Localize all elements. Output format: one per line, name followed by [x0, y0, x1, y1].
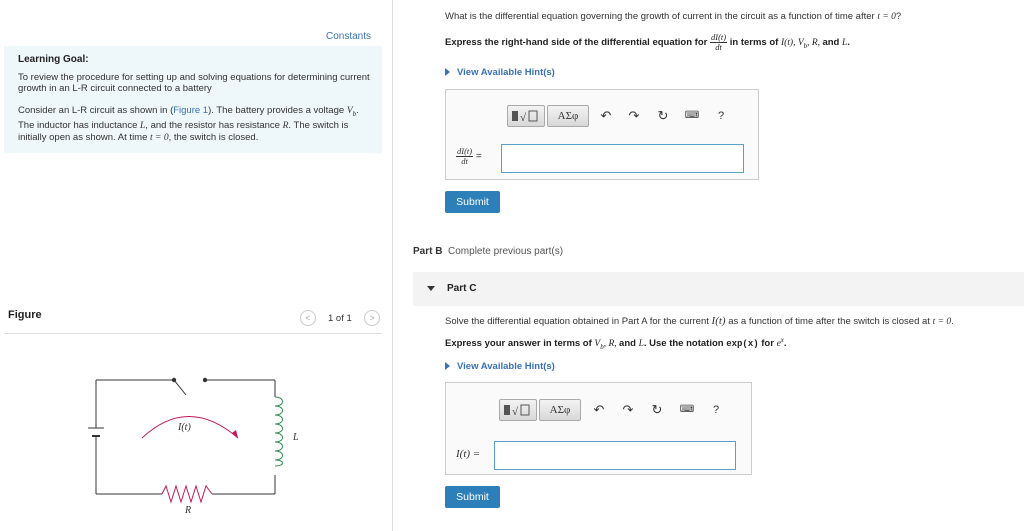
reset-icon[interactable]: ↻ — [655, 108, 671, 124]
left-panel: Constants Learning Goal: To review the p… — [0, 0, 392, 531]
undo-icon[interactable]: ↶ — [598, 108, 614, 124]
desc-text: , and the resistor has resistance — [145, 119, 283, 131]
figure-count: 1 of 1 — [328, 313, 352, 324]
switch-blade — [173, 379, 187, 396]
part-a-instructions: Express the right-hand side of the diffe… — [445, 32, 850, 52]
caret-right-icon — [445, 68, 450, 76]
part-c-header[interactable]: Part C — [413, 272, 1024, 306]
template-icon[interactable]: √ — [507, 105, 545, 127]
prev-figure-button[interactable]: < — [300, 310, 316, 326]
caret-down-icon — [427, 286, 435, 291]
help-button[interactable]: ? — [708, 402, 724, 418]
part-b-header: Part B Complete previous part(s) — [413, 246, 564, 257]
learning-goal-box: Learning Goal: To review the procedure f… — [4, 46, 382, 153]
switch-pivot — [171, 377, 177, 383]
resistor-label: R — [184, 505, 191, 516]
part-c-instructions: Express your answer in terms of Vb, R, a… — [445, 336, 787, 352]
part-c-answer-input[interactable] — [494, 441, 736, 470]
current-label: I(t) — [177, 422, 191, 433]
learning-goal-title: Learning Goal: — [18, 54, 89, 65]
next-figure-button[interactable]: > — [364, 310, 380, 326]
part-c-answer-box: √ ΑΣφ ↶ ↷ ↻ ⌨ ? I(t) = — [445, 382, 752, 475]
figure-pager: < 1 of 1 > — [300, 310, 382, 326]
var-t0: t = 0 — [150, 132, 169, 143]
redo-icon[interactable]: ↷ — [620, 402, 636, 418]
svg-text:√: √ — [512, 406, 519, 418]
figure-label: Figure — [8, 309, 42, 321]
template-icon[interactable]: √ — [499, 399, 537, 421]
circuit-description: Consider an L-R circuit as shown in (Fig… — [18, 105, 374, 144]
part-c-lhs: I(t) = — [456, 448, 481, 460]
part-a-answer-box: √ ΑΣφ ↶ ↷ ↻ ⌨ ? dI(t) dt = — [445, 89, 759, 180]
resistor-zigzag — [161, 484, 213, 504]
keyboard-icon[interactable]: ⌨ — [684, 108, 700, 124]
math-toolbar: √ ΑΣφ ↶ ↷ ↻ ⌨ ? — [499, 399, 739, 421]
greek-symbols-button[interactable]: ΑΣφ — [539, 399, 581, 421]
part-a-submit-button[interactable]: Submit — [445, 191, 500, 213]
part-a-question: What is the differential equation govern… — [445, 11, 902, 22]
var-vb: Vb — [346, 106, 357, 118]
desc-text: , the switch is closed. — [168, 131, 259, 143]
learning-goal-text: To review the procedure for setting up a… — [18, 72, 370, 94]
lr-circuit-diagram: I(t) L R — [88, 377, 299, 516]
svg-text:√: √ — [520, 112, 527, 124]
switch-contact — [202, 377, 208, 383]
reset-icon[interactable]: ↻ — [649, 402, 665, 418]
inductor-label: L — [292, 432, 299, 443]
panel-divider — [392, 0, 393, 531]
desc-text: ). The battery provides a voltage — [208, 105, 347, 116]
part-c-hints-toggle[interactable]: View Available Hint(s) — [445, 361, 555, 372]
caret-right-icon — [445, 362, 450, 370]
redo-icon[interactable]: ↷ — [626, 108, 642, 124]
divider — [4, 333, 382, 334]
help-button[interactable]: ? — [713, 108, 729, 124]
figure-link[interactable]: Figure 1 — [173, 105, 208, 116]
greek-symbols-button[interactable]: ΑΣφ — [547, 105, 589, 127]
part-a-lhs: dI(t) dt = — [456, 146, 482, 166]
part-c-submit-button[interactable]: Submit — [445, 486, 500, 508]
part-a-answer-input[interactable] — [501, 144, 744, 173]
part-c-label: Part C — [447, 283, 477, 294]
part-a-hints-toggle[interactable]: View Available Hint(s) — [445, 67, 555, 78]
undo-icon[interactable]: ↶ — [591, 402, 607, 418]
math-toolbar: √ ΑΣφ ↶ ↷ ↻ ⌨ ? — [507, 105, 747, 127]
inductor-coil — [274, 396, 283, 467]
desc-text: Consider an L-R circuit as shown in ( — [18, 105, 174, 116]
constants-link[interactable]: Constants — [326, 31, 371, 42]
part-c-question: Solve the differential equation obtained… — [445, 315, 954, 327]
keyboard-icon[interactable]: ⌨ — [679, 402, 695, 418]
